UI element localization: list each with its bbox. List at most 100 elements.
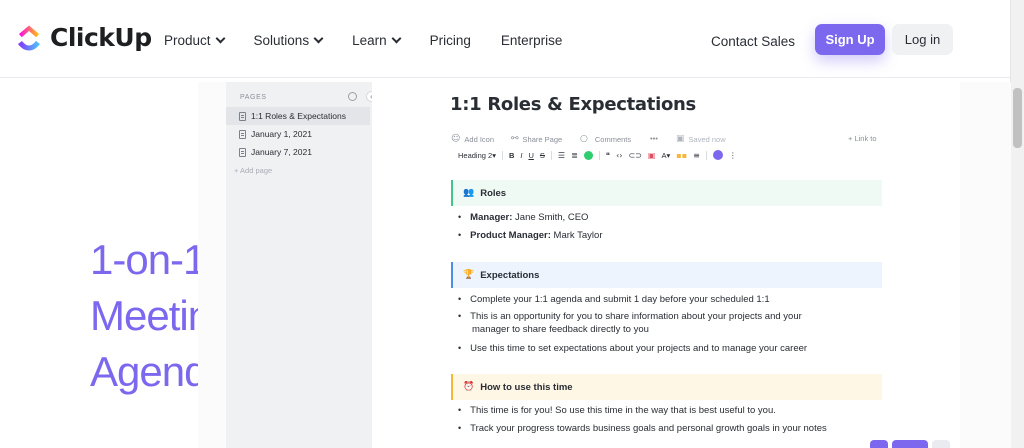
code-icon[interactable]: ‹› [616, 151, 622, 160]
brand-name: ClickUp [50, 23, 152, 52]
nav-solutions[interactable]: Solutions [253, 33, 324, 48]
align-icon[interactable]: ≡ [693, 151, 700, 160]
add-block-icon[interactable] [712, 150, 723, 160]
page-icon [239, 129, 246, 139]
checklist-icon[interactable] [583, 150, 593, 160]
meta-label: Saved now [688, 134, 726, 144]
doc-title[interactable]: 1:1 Roles & Expectations [450, 94, 696, 115]
list-text: This is an opportunity for you to share … [470, 311, 802, 322]
doc-content: 1:1 Roles & Expectations ☺ Add Icon ⚯ Sh… [372, 82, 960, 448]
callout-title: Roles [480, 187, 507, 199]
list-text: This time is for you! So use this time i… [470, 405, 776, 416]
people-icon: 👥 [463, 188, 475, 198]
format-toolbar: Heading 2▾ B I U S ☰ ≣ ❝ ‹› ⊂⊃ ▣ A▾ ▪▪ ≡… [458, 150, 737, 160]
link-to-button[interactable]: + Link to [848, 134, 877, 143]
sign-up-button[interactable]: Sign Up [815, 24, 885, 55]
main-nav: Product Solutions Learn Pricing Enterpri… [164, 33, 592, 48]
control-pill[interactable] [870, 440, 888, 448]
list-item[interactable]: Use this time to set expectations about … [458, 343, 807, 354]
nav-label: Enterprise [500, 33, 563, 48]
quote-icon[interactable]: ❝ [606, 151, 610, 160]
save-icon: ▣ [676, 134, 685, 144]
sidebar-page-item[interactable]: January 1, 2021 [226, 125, 370, 143]
strikethrough-button[interactable]: S [540, 151, 545, 160]
link-icon[interactable]: ⊂⊃ [629, 151, 642, 160]
roles-callout[interactable]: 👥 Roles [451, 180, 882, 206]
nav-label: Pricing [429, 33, 471, 48]
clickup-logo-icon [18, 25, 40, 50]
log-in-button[interactable]: Log in [892, 24, 953, 55]
list-text: Use this time to set expectations about … [470, 343, 808, 354]
meta-label: Add Icon [464, 134, 494, 144]
sidebar-page-item[interactable]: 1:1 Roles & Expectations [226, 107, 370, 125]
saved-status: ▣ Saved now [676, 134, 726, 144]
list-item[interactable]: Product Manager: Mark Taylor [458, 230, 602, 241]
bullet-list-icon[interactable]: ☰ [558, 151, 565, 160]
nav-product[interactable]: Product [164, 33, 225, 48]
smiley-icon: ☺ [451, 134, 461, 144]
share-page-button[interactable]: ⚯ Share Page [511, 134, 562, 144]
list-text: Complete your 1:1 agenda and submit 1 da… [470, 294, 770, 305]
nav-label: Solutions [253, 33, 310, 48]
list-text: Track your progress towards business goa… [470, 423, 827, 434]
page-icon [239, 111, 246, 121]
more-vertical-icon[interactable]: ⋮ [729, 151, 737, 160]
bold-button[interactable]: B [509, 151, 514, 160]
comment-icon: ○ [580, 134, 588, 144]
site-header: ClickUp Product Solutions Learn Pricing … [0, 0, 1024, 78]
sidebar-page-item[interactable]: January 7, 2021 [226, 143, 370, 161]
sidebar-page-label: 1:1 Roles & Expectations [251, 111, 346, 121]
divider [598, 150, 600, 160]
trophy-icon: 🏆 [463, 270, 475, 280]
expectations-callout[interactable]: 🏆 Expectations [451, 262, 882, 288]
heading-select[interactable]: Heading 2▾ [458, 151, 496, 160]
pages-heading: PAGES [240, 94, 267, 101]
meta-label: Share Page [522, 134, 563, 144]
nav-label: Learn [352, 33, 387, 48]
search-icon[interactable] [348, 92, 357, 101]
chevron-down-icon [391, 33, 402, 44]
embed-icon[interactable]: ▣ [648, 151, 656, 160]
nav-learn[interactable]: Learn [352, 33, 402, 48]
divider [705, 150, 707, 160]
contact-sales-link[interactable]: Contact Sales [711, 34, 795, 49]
role-label: Manager: [470, 212, 513, 223]
alarm-clock-icon: ⏰ [463, 382, 475, 392]
clickup-logo[interactable]: ClickUp [16, 23, 152, 52]
bottom-controls [870, 440, 950, 448]
italic-button[interactable]: I [520, 151, 522, 160]
add-page-button[interactable]: + Add page [234, 166, 272, 175]
highlight-icon[interactable]: ▪▪ [676, 151, 687, 160]
nav-label: Product [164, 33, 211, 48]
role-value: Jane Smith, CEO [512, 212, 589, 223]
control-pill[interactable] [892, 440, 928, 448]
numbered-list-icon[interactable]: ≣ [571, 151, 578, 160]
meta-label: Comments [594, 134, 632, 144]
add-icon-button[interactable]: ☺ Add Icon [451, 134, 494, 144]
comments-button[interactable]: ○ Comments [580, 134, 631, 144]
divider [501, 150, 503, 160]
nav-pricing[interactable]: Pricing [430, 33, 471, 48]
scrollbar-thumb[interactable] [1013, 88, 1022, 148]
control-pill[interactable] [932, 440, 950, 448]
share-icon: ⚯ [511, 134, 519, 144]
how-to-use-callout[interactable]: ⏰ How to use this time [451, 374, 882, 400]
pages-sidebar: PAGES ‹ 1:1 Roles & Expectations January… [226, 82, 377, 448]
list-item[interactable]: Track your progress towards business goa… [458, 423, 827, 434]
page-scrollbar[interactable] [1010, 0, 1024, 448]
page-icon [239, 147, 246, 157]
nav-enterprise[interactable]: Enterprise [501, 33, 563, 48]
chevron-down-icon [215, 33, 225, 44]
sidebar-page-label: January 7, 2021 [251, 147, 312, 157]
sidebar-page-label: January 1, 2021 [251, 129, 312, 139]
list-item[interactable]: This time is for you! So use this time i… [458, 405, 776, 416]
list-item[interactable]: This is an opportunity for you to share … [458, 311, 802, 335]
callout-title: How to use this time [480, 381, 573, 393]
list-item[interactable]: Complete your 1:1 agenda and submit 1 da… [458, 294, 770, 305]
underline-button[interactable]: U [528, 151, 533, 160]
more-options-button[interactable]: ••• [650, 134, 658, 143]
role-label: Product Manager: [470, 230, 551, 241]
list-item[interactable]: Manager: Jane Smith, CEO [458, 212, 588, 223]
text-color-button[interactable]: A▾ [661, 151, 670, 160]
divider [550, 150, 552, 160]
